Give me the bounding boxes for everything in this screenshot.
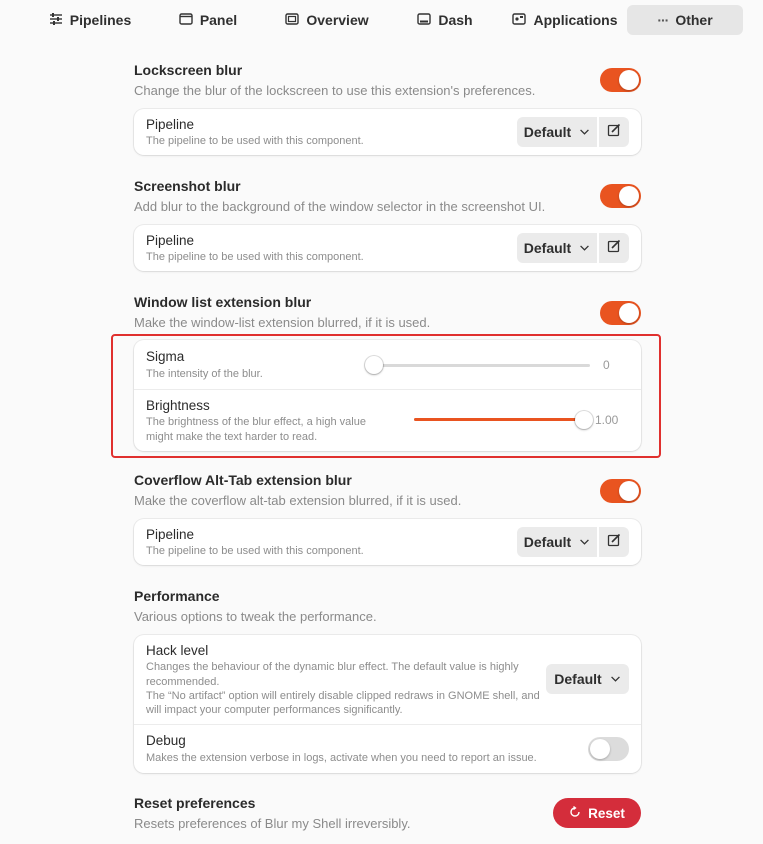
performance-title: Performance [134, 588, 220, 604]
refresh-icon [569, 805, 581, 821]
switch-knob [619, 303, 639, 323]
pipeline-dropdown[interactable]: Default [517, 117, 597, 147]
pipeline-subtitle: The pipeline to be used with this compon… [146, 251, 364, 263]
chevron-down-icon [610, 671, 621, 687]
debug-title: Debug [146, 733, 186, 748]
tab-pipelines[interactable]: Pipelines [48, 5, 132, 35]
pipeline-split-button: Default [517, 117, 629, 147]
switch-knob [619, 70, 639, 90]
tab-other[interactable]: ··· Other [627, 5, 743, 35]
edit-pipeline-button[interactable] [599, 117, 629, 147]
chevron-down-icon [579, 240, 590, 256]
chevron-down-icon [579, 534, 590, 550]
hack-level-desc-line2: recommended. [146, 676, 220, 688]
windowlist-title: Window list extension blur [134, 294, 312, 310]
switch-knob [619, 186, 639, 206]
pipeline-split-button: Default [517, 233, 629, 263]
edit-icon [607, 123, 621, 142]
row-divider [134, 724, 641, 725]
sliders-icon [49, 12, 63, 29]
applications-icon [512, 12, 527, 29]
pipeline-value: Default [523, 124, 572, 140]
performance-card: Hack level Changes the behaviour of the … [134, 635, 641, 773]
reset-button-label: Reset [588, 805, 625, 821]
pipeline-subtitle: The pipeline to be used with this compon… [146, 135, 364, 147]
switch-knob [619, 481, 639, 501]
coverflow-pipeline-row: Pipeline The pipeline to be used with th… [134, 519, 641, 565]
tab-bar: Pipelines Panel Overview Dash Applicatio… [0, 0, 763, 40]
hack-level-title: Hack level [146, 643, 209, 658]
edit-pipeline-button[interactable] [599, 233, 629, 263]
tab-label: Panel [199, 12, 238, 28]
pipeline-title: Pipeline [146, 233, 195, 248]
pipeline-title: Pipeline [146, 117, 195, 132]
debug-subtitle: Makes the extension verbose in logs, act… [146, 752, 537, 764]
hack-level-desc-line3: The “No artifact” option will entirely d… [146, 690, 540, 702]
tab-overview[interactable]: Overview [282, 5, 372, 35]
coverflow-toggle[interactable] [600, 479, 641, 503]
tab-label: Overview [306, 12, 369, 28]
lockscreen-title: Lockscreen blur [134, 62, 243, 78]
hack-level-dropdown[interactable]: Default [546, 664, 629, 694]
screenshot-title: Screenshot blur [134, 178, 241, 194]
edit-icon [607, 533, 621, 552]
windowlist-subtitle: Make the window-list extension blurred, … [134, 315, 431, 330]
pipeline-split-button: Default [517, 527, 629, 557]
hack-level-value: Default [554, 671, 602, 687]
tab-applications[interactable]: Applications [512, 5, 618, 35]
lockscreen-subtitle: Change the blur of the lockscreen to use… [134, 83, 536, 98]
screenshot-subtitle: Add blur to the background of the window… [134, 199, 546, 214]
coverflow-title: Coverflow Alt-Tab extension blur [134, 472, 352, 488]
edit-icon [607, 239, 621, 258]
overview-icon [285, 12, 300, 29]
edit-pipeline-button[interactable] [599, 527, 629, 557]
pipeline-dropdown[interactable]: Default [517, 233, 597, 263]
pipeline-dropdown[interactable]: Default [517, 527, 597, 557]
reset-subtitle: Resets preferences of Blur my Shell irre… [134, 816, 411, 831]
tab-label: Pipelines [69, 12, 132, 28]
pipeline-value: Default [523, 240, 572, 256]
screenshot-toggle[interactable] [600, 184, 641, 208]
windowlist-toggle[interactable] [600, 301, 641, 325]
dash-icon [417, 12, 432, 29]
performance-subtitle: Various options to tweak the performance… [134, 609, 377, 624]
highlight-box [111, 334, 661, 458]
reset-title: Reset preferences [134, 795, 256, 811]
reset-button[interactable]: Reset [553, 798, 641, 828]
ellipsis-icon: ··· [657, 12, 669, 28]
pipeline-value: Default [523, 534, 572, 550]
pipeline-title: Pipeline [146, 527, 195, 542]
panel-icon [179, 12, 193, 29]
switch-knob [590, 739, 610, 759]
lockscreen-toggle[interactable] [600, 68, 641, 92]
pipeline-subtitle: The pipeline to be used with this compon… [146, 545, 364, 557]
hack-level-desc-line4: will impact your computer performances s… [146, 704, 403, 716]
tab-label: Dash [438, 12, 473, 28]
screenshot-pipeline-row: Pipeline The pipeline to be used with th… [134, 225, 641, 271]
hack-level-desc-line1: Changes the behaviour of the dynamic blu… [146, 661, 519, 673]
lockscreen-pipeline-row: Pipeline The pipeline to be used with th… [134, 109, 641, 155]
tab-dash[interactable]: Dash [416, 5, 474, 35]
tab-label: Other [675, 12, 713, 28]
coverflow-subtitle: Make the coverflow alt-tab extension blu… [134, 493, 462, 508]
chevron-down-icon [579, 124, 590, 140]
debug-toggle[interactable] [588, 737, 629, 761]
tab-panel[interactable]: Panel [176, 5, 240, 35]
tab-label: Applications [533, 12, 618, 28]
